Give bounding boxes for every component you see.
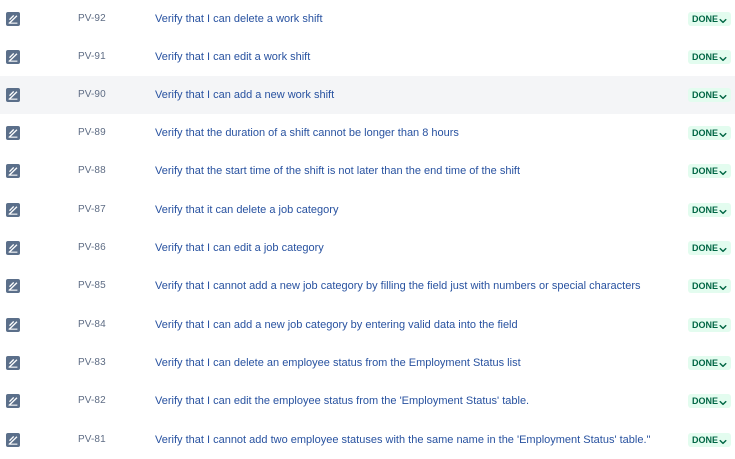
issue-key[interactable]: PV-87 <box>78 191 106 229</box>
issue-row[interactable]: PV-85 Verify that I cannot add a new job… <box>0 267 735 305</box>
status-badge[interactable]: DONE <box>687 241 731 255</box>
status-badge[interactable]: DONE <box>687 394 731 408</box>
chevron-down-icon <box>719 282 727 291</box>
issue-list: PV-92 Verify that I can delete a work sh… <box>0 0 735 455</box>
issue-key[interactable]: PV-88 <box>78 152 106 190</box>
status-badge[interactable]: DONE <box>687 279 731 293</box>
issue-summary[interactable]: Verify that I can edit a job category <box>155 229 324 267</box>
issue-row[interactable]: PV-87 Verify that it can delete a job ca… <box>0 191 735 229</box>
issue-key[interactable]: PV-92 <box>78 0 106 38</box>
issue-key[interactable]: PV-91 <box>78 38 106 76</box>
chevron-down-icon <box>719 167 727 176</box>
issue-row[interactable]: PV-92 Verify that I can delete a work sh… <box>0 0 735 38</box>
issue-summary[interactable]: Verify that I cannot add a new job categ… <box>155 267 640 305</box>
issue-summary[interactable]: Verify that the duration of a shift cann… <box>155 114 459 152</box>
chevron-down-icon <box>719 15 727 24</box>
issue-key[interactable]: PV-82 <box>78 382 106 420</box>
issue-summary[interactable]: Verify that the start time of the shift … <box>155 152 520 190</box>
issue-row[interactable]: PV-84 Verify that I can add a new job ca… <box>0 306 735 344</box>
status-badge[interactable]: DONE <box>687 203 731 217</box>
issue-row[interactable]: PV-83 Verify that I can delete an employ… <box>0 344 735 382</box>
status-label: DONE <box>691 90 718 100</box>
status-label: DONE <box>691 14 718 24</box>
status-label: DONE <box>691 52 718 62</box>
status-label: DONE <box>691 243 718 253</box>
test-issue-icon <box>6 164 20 178</box>
status-badge[interactable]: DONE <box>687 126 731 140</box>
status-badge[interactable]: DONE <box>687 433 731 447</box>
test-issue-icon <box>6 241 20 255</box>
issue-summary[interactable]: Verify that I cannot add two employee st… <box>155 421 650 459</box>
status-label: DONE <box>691 281 718 291</box>
status-label: DONE <box>691 128 718 138</box>
status-badge[interactable]: DONE <box>687 50 731 64</box>
chevron-down-icon <box>719 53 727 62</box>
issue-row[interactable]: PV-82 Verify that I can edit the employe… <box>0 382 735 420</box>
issue-key[interactable]: PV-86 <box>78 229 106 267</box>
chevron-down-icon <box>719 206 727 215</box>
issue-summary[interactable]: Verify that I can delete an employee sta… <box>155 344 521 382</box>
chevron-down-icon <box>719 244 727 253</box>
status-label: DONE <box>691 205 718 215</box>
status-label: DONE <box>691 396 718 406</box>
status-badge[interactable]: DONE <box>687 88 731 102</box>
status-label: DONE <box>691 358 718 368</box>
issue-summary[interactable]: Verify that it can delete a job category <box>155 191 338 229</box>
chevron-down-icon <box>719 91 727 100</box>
test-issue-icon <box>6 318 20 332</box>
status-label: DONE <box>691 435 718 445</box>
issue-key[interactable]: PV-81 <box>78 421 106 459</box>
test-issue-icon <box>6 203 20 217</box>
test-issue-icon <box>6 433 20 447</box>
issue-summary[interactable]: Verify that I can edit the employee stat… <box>155 382 529 420</box>
status-badge[interactable]: DONE <box>687 318 731 332</box>
test-issue-icon <box>6 50 20 64</box>
test-issue-icon <box>6 356 20 370</box>
issue-summary[interactable]: Verify that I can delete a work shift <box>155 0 323 38</box>
status-label: DONE <box>691 320 718 330</box>
test-issue-icon <box>6 12 20 26</box>
issue-summary[interactable]: Verify that I can add a new job category… <box>155 306 518 344</box>
chevron-down-icon <box>719 397 727 406</box>
issue-row[interactable]: PV-89 Verify that the duration of a shif… <box>0 114 735 152</box>
issue-summary[interactable]: Verify that I can edit a work shift <box>155 38 310 76</box>
issue-row[interactable]: PV-90 Verify that I can add a new work s… <box>0 76 735 114</box>
test-issue-icon <box>6 279 20 293</box>
issue-key[interactable]: PV-89 <box>78 114 106 152</box>
issue-summary[interactable]: Verify that I can add a new work shift <box>155 76 334 114</box>
issue-key[interactable]: PV-90 <box>78 76 106 114</box>
issue-row[interactable]: PV-86 Verify that I can edit a job categ… <box>0 229 735 267</box>
issue-row[interactable]: PV-81 Verify that I cannot add two emplo… <box>0 421 735 459</box>
issue-key[interactable]: PV-85 <box>78 267 106 305</box>
chevron-down-icon <box>719 321 727 330</box>
issue-key[interactable]: PV-83 <box>78 344 106 382</box>
chevron-down-icon <box>719 359 727 368</box>
status-badge[interactable]: DONE <box>687 164 731 178</box>
status-badge[interactable]: DONE <box>687 356 731 370</box>
test-issue-icon <box>6 88 20 102</box>
issue-row[interactable]: PV-91 Verify that I can edit a work shif… <box>0 38 735 76</box>
issue-key[interactable]: PV-84 <box>78 306 106 344</box>
status-badge[interactable]: DONE <box>687 12 731 26</box>
chevron-down-icon <box>719 436 727 445</box>
issue-row[interactable]: PV-88 Verify that the start time of the … <box>0 152 735 190</box>
chevron-down-icon <box>719 129 727 138</box>
status-label: DONE <box>691 166 718 176</box>
test-issue-icon <box>6 126 20 140</box>
test-issue-icon <box>6 394 20 408</box>
